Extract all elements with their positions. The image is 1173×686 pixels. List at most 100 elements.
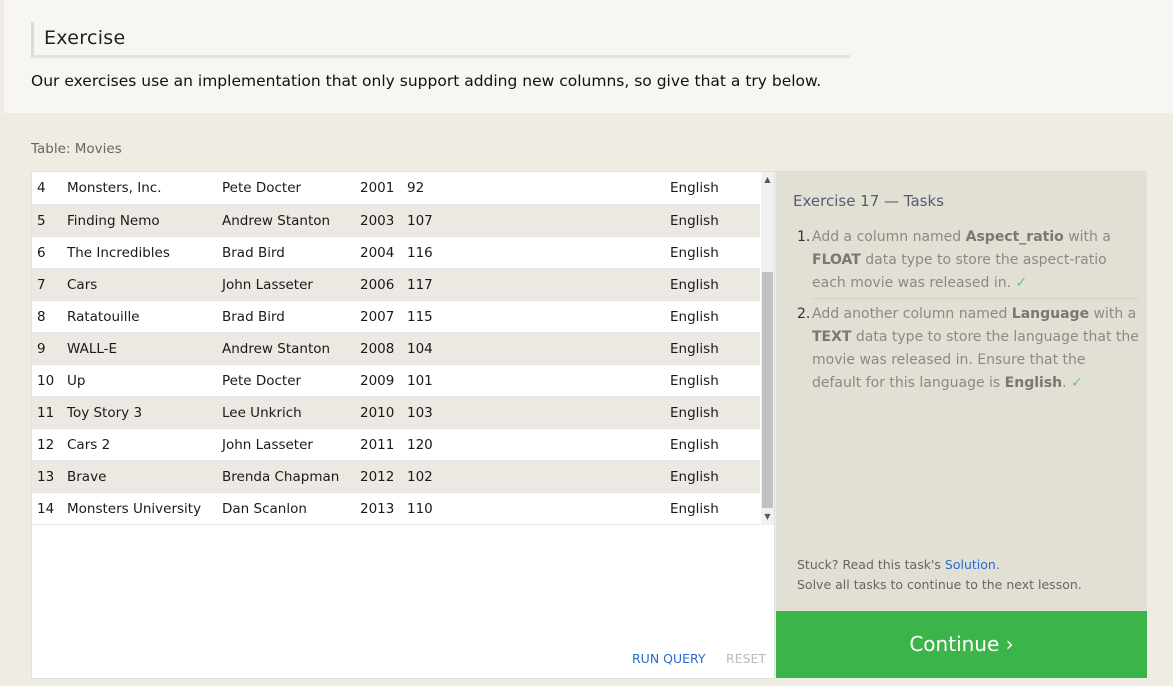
data-type: TEXT bbox=[812, 329, 852, 345]
task-text: with a bbox=[1089, 306, 1137, 322]
task-text: Add a column named bbox=[812, 229, 966, 245]
row-id-cell: 10 bbox=[37, 372, 55, 389]
row-id-cell: 12 bbox=[37, 436, 55, 453]
language-cell: English bbox=[670, 340, 719, 357]
year-cell: 2009 bbox=[360, 372, 395, 389]
task-number: 2. bbox=[797, 306, 811, 322]
length-minutes-cell: 115 bbox=[407, 308, 433, 325]
column-name: Language bbox=[1011, 306, 1090, 322]
movie-title-cell: Cars bbox=[67, 276, 98, 293]
task-item-1: 1. Add a column named Aspect_ratio with … bbox=[797, 226, 1139, 295]
row-id-cell: 5 bbox=[37, 212, 46, 229]
movie-title-cell: Finding Nemo bbox=[67, 212, 160, 229]
movie-title-cell: Monsters University bbox=[67, 500, 202, 517]
movie-title-cell: Up bbox=[67, 372, 86, 389]
checkmark-icon: ✓ bbox=[1015, 275, 1028, 291]
year-cell: 2006 bbox=[360, 276, 395, 293]
table-row: 12 Cars 2 John Lasseter 2011 120 English bbox=[32, 429, 760, 461]
year-cell: 2013 bbox=[360, 500, 395, 517]
movie-title-cell: Toy Story 3 bbox=[67, 404, 143, 421]
table-scrollbar[interactable]: ▲ ▼ bbox=[761, 172, 774, 525]
table-row: 8 Ratatouille Brad Bird 2007 115 English bbox=[32, 301, 760, 333]
solve-all-text: Solve all tasks to continue to the next … bbox=[797, 577, 1082, 592]
task-divider bbox=[812, 298, 1139, 299]
language-cell: English bbox=[670, 404, 719, 421]
length-minutes-cell: 102 bbox=[407, 468, 433, 485]
table-row: 14 Monsters University Dan Scanlon 2013 110 E… bbox=[32, 493, 760, 525]
director-cell: Brad Bird bbox=[222, 244, 285, 261]
language-cell: English bbox=[670, 468, 719, 485]
exercise-intro-text: Our exercises use an implementation that… bbox=[31, 72, 822, 90]
year-cell: 2003 bbox=[360, 212, 395, 229]
language-cell: English bbox=[670, 244, 719, 261]
row-id-cell: 6 bbox=[37, 244, 46, 261]
length-minutes-cell: 92 bbox=[407, 180, 425, 196]
table-row: 13 Brave Brenda Chapman 2012 102 English bbox=[32, 461, 760, 493]
stuck-text-end: . bbox=[995, 557, 1000, 572]
tasks-title: Exercise 17 — Tasks bbox=[793, 192, 944, 210]
continue-button[interactable]: Continue › bbox=[776, 611, 1147, 678]
director-cell: Lee Unkrich bbox=[222, 404, 302, 421]
column-name: Aspect_ratio bbox=[965, 229, 1064, 245]
language-cell: English bbox=[670, 500, 719, 517]
year-cell: 2012 bbox=[360, 468, 395, 485]
length-minutes-cell: 117 bbox=[407, 276, 433, 293]
year-cell: 2004 bbox=[360, 244, 395, 261]
language-cell: English bbox=[670, 436, 719, 453]
scrollbar-thumb[interactable] bbox=[762, 272, 773, 508]
table-row: 6 The Incredibles Brad Bird 2004 116 English bbox=[32, 237, 760, 269]
task-text: with a bbox=[1063, 229, 1111, 245]
year-cell: 2010 bbox=[360, 404, 395, 421]
stuck-help: Stuck? Read this task's Solution. Solve … bbox=[797, 555, 1082, 595]
scroll-up-arrow-icon[interactable]: ▲ bbox=[761, 172, 774, 188]
language-cell: English bbox=[670, 372, 719, 389]
exercise-heading: Exercise bbox=[31, 22, 850, 58]
director-cell: Brad Bird bbox=[222, 308, 285, 325]
director-cell: Andrew Stanton bbox=[222, 340, 331, 357]
year-cell: 2001 bbox=[360, 180, 395, 196]
table-row: 9 WALL-E Andrew Stanton 2008 104 English bbox=[32, 333, 760, 365]
length-minutes-cell: 104 bbox=[407, 340, 433, 357]
reset-button[interactable]: RESET bbox=[726, 651, 766, 666]
year-cell: 2011 bbox=[360, 436, 395, 453]
movie-title-cell: WALL-E bbox=[67, 340, 118, 357]
stuck-text: Stuck? Read this task's bbox=[797, 557, 945, 572]
length-minutes-cell: 101 bbox=[407, 372, 433, 389]
movie-title-cell: The Incredibles bbox=[67, 244, 170, 261]
task-item-2: 2. Add another column named Language wit… bbox=[797, 303, 1139, 395]
length-minutes-cell: 110 bbox=[407, 500, 433, 517]
year-cell: 2007 bbox=[360, 308, 395, 325]
movie-title-cell: Monsters, Inc. bbox=[67, 180, 162, 196]
director-cell: Andrew Stanton bbox=[222, 212, 331, 229]
scroll-down-arrow-icon[interactable]: ▼ bbox=[761, 509, 774, 525]
language-cell: English bbox=[670, 212, 719, 229]
tasks-panel: Exercise 17 — Tasks 1. Add a column name… bbox=[776, 171, 1147, 611]
language-cell: English bbox=[670, 308, 719, 325]
task-number: 1. bbox=[797, 229, 811, 245]
director-cell: Brenda Chapman bbox=[222, 468, 340, 485]
results-table-panel: 4 Monsters, Inc. Pete Docter 2001 92 English 5… bbox=[31, 171, 775, 679]
default-value: English bbox=[1004, 375, 1063, 391]
movie-title-cell: Brave bbox=[67, 468, 107, 485]
checkmark-icon: ✓ bbox=[1071, 375, 1083, 391]
director-cell: Dan Scanlon bbox=[222, 500, 307, 517]
table-row: 7 Cars John Lasseter 2006 117 English bbox=[32, 269, 760, 301]
table-row: 5 Finding Nemo Andrew Stanton 2003 107 Englis… bbox=[32, 205, 760, 237]
row-id-cell: 7 bbox=[37, 276, 46, 293]
table-label: Table: Movies bbox=[31, 141, 122, 157]
length-minutes-cell: 116 bbox=[407, 244, 433, 261]
director-cell: John Lasseter bbox=[222, 436, 313, 453]
row-id-cell: 4 bbox=[37, 180, 46, 196]
solution-link[interactable]: Solution bbox=[945, 557, 996, 572]
year-cell: 2008 bbox=[360, 340, 395, 357]
run-query-button[interactable]: RUN QUERY bbox=[632, 651, 706, 666]
task-text: Add another column named bbox=[812, 306, 1012, 322]
director-cell: John Lasseter bbox=[222, 276, 313, 293]
row-id-cell: 9 bbox=[37, 340, 46, 357]
row-id-cell: 13 bbox=[37, 468, 55, 485]
table-row: 4 Monsters, Inc. Pete Docter 2001 92 English bbox=[32, 172, 760, 205]
movie-title-cell: Cars 2 bbox=[67, 436, 111, 453]
length-minutes-cell: 103 bbox=[407, 404, 433, 421]
table-row: 10 Up Pete Docter 2009 101 English bbox=[32, 365, 760, 397]
table-row: 11 Toy Story 3 Lee Unkrich 2010 103 English bbox=[32, 397, 760, 429]
